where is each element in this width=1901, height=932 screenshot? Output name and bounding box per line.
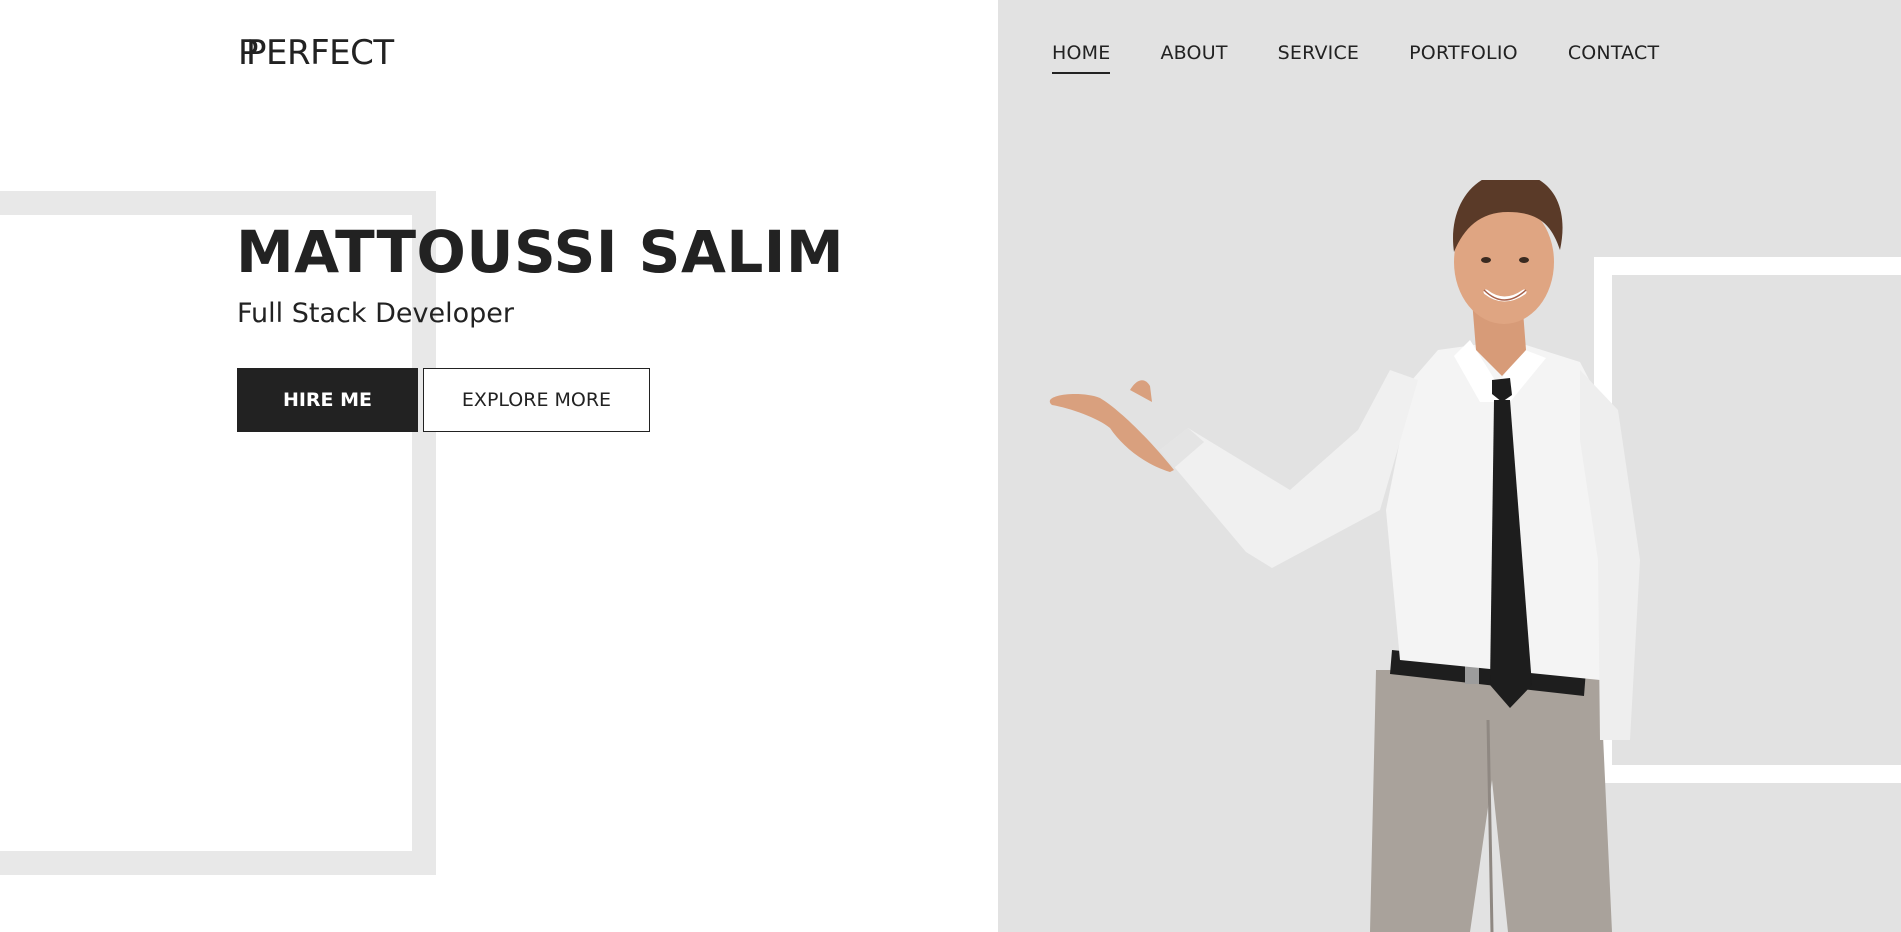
nav-item-contact[interactable]: CONTACT	[1568, 42, 1660, 74]
hero-title: MATTOUSSI SALIM	[236, 218, 845, 286]
nav-item-portfolio[interactable]: PORTFOLIO	[1409, 42, 1518, 74]
nav-item-about[interactable]: ABOUT	[1160, 42, 1227, 74]
hire-me-button[interactable]: HIRE ME	[237, 368, 418, 432]
page: P P ERFECT HOME ABOUT SERVICE PORTFOLIO …	[0, 0, 1901, 932]
main-nav: HOME ABOUT SERVICE PORTFOLIO CONTACT	[1052, 42, 1709, 74]
decorative-frame-left	[0, 191, 436, 875]
nav-item-service[interactable]: SERVICE	[1278, 42, 1360, 74]
logo-text: ERFECT	[266, 33, 394, 73]
explore-more-button[interactable]: EXPLORE MORE	[423, 368, 650, 432]
hero-subtitle: Full Stack Developer	[237, 298, 514, 329]
logo[interactable]: P P ERFECT	[238, 36, 394, 70]
nav-item-home[interactable]: HOME	[1052, 42, 1111, 74]
person-photo	[1049, 180, 1640, 932]
logo-mark-icon: P P	[238, 33, 267, 73]
